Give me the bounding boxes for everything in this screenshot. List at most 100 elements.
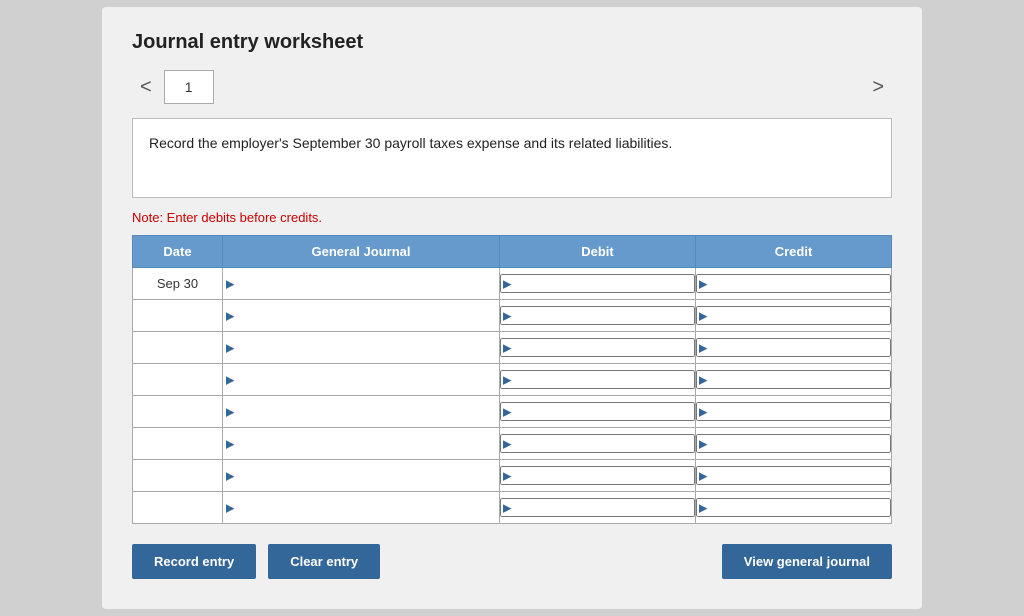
debit-input-1[interactable]	[500, 306, 695, 325]
row-arrow-icon: ▶	[226, 341, 234, 354]
credit-arrow-icon: ▶	[699, 437, 707, 450]
record-entry-button[interactable]: Record entry	[132, 544, 256, 579]
debit-cell-2: ▶	[500, 332, 696, 364]
debit-arrow-icon: ▶	[503, 501, 511, 514]
debit-input-7[interactable]	[500, 498, 695, 517]
credit-arrow-icon: ▶	[699, 309, 707, 322]
prev-button[interactable]: <	[132, 72, 160, 103]
table-row: ▶ ▶ ▶	[133, 492, 892, 524]
credit-input-1[interactable]	[696, 306, 891, 325]
date-cell-2	[133, 332, 223, 364]
credit-input-4[interactable]	[696, 402, 891, 421]
credit-cell-7: ▶	[696, 492, 892, 524]
date-cell-1	[133, 300, 223, 332]
debit-input-0[interactable]	[500, 274, 695, 293]
journal-cell-7: ▶	[223, 492, 500, 524]
date-cell-4	[133, 396, 223, 428]
debit-arrow-icon: ▶	[503, 309, 511, 322]
date-cell-0: Sep 30	[133, 268, 223, 300]
journal-input-0[interactable]	[223, 268, 499, 299]
navigation-row: < 1 >	[132, 70, 892, 104]
table-row: ▶▶▶	[133, 428, 892, 460]
col-header-debit: Debit	[500, 236, 696, 268]
debit-input-2[interactable]	[500, 338, 695, 357]
debit-input-3[interactable]	[500, 370, 695, 389]
description-box: Record the employer's September 30 payro…	[132, 118, 892, 198]
note-text: Note: Enter debits before credits.	[132, 210, 892, 225]
credit-arrow-icon: ▶	[699, 405, 707, 418]
worksheet-container: Journal entry worksheet < 1 > Record the…	[102, 7, 922, 609]
clear-entry-button[interactable]: Clear entry	[268, 544, 380, 579]
journal-input-6[interactable]	[223, 460, 499, 491]
journal-cell-6: ▶	[223, 460, 500, 492]
journal-input-3[interactable]	[223, 364, 499, 395]
journal-cell-0: ▶	[223, 268, 500, 300]
journal-cell-1: ▶	[223, 300, 500, 332]
debit-input-5[interactable]	[500, 434, 695, 453]
description-text: Record the employer's September 30 payro…	[149, 135, 672, 151]
row-arrow-icon: ▶	[226, 309, 234, 322]
debit-arrow-icon: ▶	[503, 341, 511, 354]
table-row: ▶ ▶ ▶	[133, 396, 892, 428]
journal-input-4[interactable]	[223, 396, 499, 427]
credit-input-7[interactable]	[696, 498, 891, 517]
debit-arrow-icon: ▶	[503, 373, 511, 386]
credit-cell-4: ▶	[696, 396, 892, 428]
journal-table: Date General Journal Debit Credit Sep 30…	[132, 235, 892, 524]
row-arrow-icon: ▶	[226, 277, 234, 290]
row-arrow-icon: ▶	[226, 405, 234, 418]
credit-arrow-icon: ▶	[699, 469, 707, 482]
next-button[interactable]: >	[864, 72, 892, 103]
journal-input-1[interactable]	[223, 300, 499, 331]
journal-cell-5: ▶	[223, 428, 500, 460]
credit-cell-1: ▶	[696, 300, 892, 332]
date-cell-6	[133, 460, 223, 492]
table-row: ▶ ▶ ▶	[133, 332, 892, 364]
credit-arrow-icon: ▶	[699, 501, 707, 514]
debit-cell-6: ▶	[500, 460, 696, 492]
page-title: Journal entry worksheet	[132, 31, 892, 54]
col-header-credit: Credit	[696, 236, 892, 268]
date-cell-7	[133, 492, 223, 524]
debit-input-4[interactable]	[500, 402, 695, 421]
journal-input-2[interactable]	[223, 332, 499, 363]
debit-cell-5: ▶	[500, 428, 696, 460]
table-row: Sep 30▶▶▶	[133, 268, 892, 300]
date-cell-5	[133, 428, 223, 460]
debit-arrow-icon: ▶	[503, 469, 511, 482]
table-row: ▶ ▶ ▶	[133, 300, 892, 332]
view-general-journal-button[interactable]: View general journal	[722, 544, 892, 579]
debit-cell-1: ▶	[500, 300, 696, 332]
row-arrow-icon: ▶	[226, 501, 234, 514]
debit-cell-7: ▶	[500, 492, 696, 524]
credit-arrow-icon: ▶	[699, 277, 707, 290]
credit-input-5[interactable]	[696, 434, 891, 453]
journal-cell-2: ▶	[223, 332, 500, 364]
journal-cell-3: ▶	[223, 364, 500, 396]
col-header-date: Date	[133, 236, 223, 268]
row-arrow-icon: ▶	[226, 437, 234, 450]
credit-cell-2: ▶	[696, 332, 892, 364]
debit-input-6[interactable]	[500, 466, 695, 485]
credit-arrow-icon: ▶	[699, 341, 707, 354]
credit-input-6[interactable]	[696, 466, 891, 485]
row-arrow-icon: ▶	[226, 469, 234, 482]
debit-cell-4: ▶	[500, 396, 696, 428]
credit-input-0[interactable]	[696, 274, 891, 293]
debit-arrow-icon: ▶	[503, 405, 511, 418]
col-header-journal: General Journal	[223, 236, 500, 268]
journal-input-7[interactable]	[223, 492, 499, 523]
credit-input-2[interactable]	[696, 338, 891, 357]
credit-cell-5: ▶	[696, 428, 892, 460]
credit-cell-3: ▶	[696, 364, 892, 396]
credit-cell-0: ▶	[696, 268, 892, 300]
journal-cell-4: ▶	[223, 396, 500, 428]
table-row: ▶ ▶ ▶	[133, 460, 892, 492]
debit-cell-3: ▶	[500, 364, 696, 396]
credit-input-3[interactable]	[696, 370, 891, 389]
credit-arrow-icon: ▶	[699, 373, 707, 386]
journal-input-5[interactable]	[223, 428, 499, 459]
buttons-row: Record entry Clear entry View general jo…	[132, 544, 892, 579]
tab-number: 1	[164, 70, 214, 104]
table-row: ▶▶▶	[133, 364, 892, 396]
